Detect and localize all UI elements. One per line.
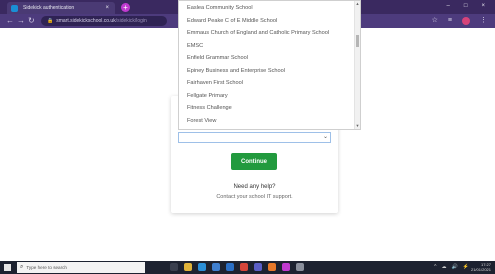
dropdown-option[interactable]: Fellgate Primary (187, 93, 228, 99)
url-text: smart.sidekickschool.co.uk/sidekick/logi… (56, 18, 147, 24)
bookmark-star-icon[interactable]: ☆ (432, 16, 438, 26)
lock-icon: 🔒 (47, 18, 54, 24)
edge-icon[interactable] (198, 263, 206, 271)
dropdown-scrollbar[interactable]: ▲ ▼ (354, 1, 360, 129)
search-icon: ⌕ (20, 264, 24, 270)
toolbar-icons: ☆ ≡ ⋮ (432, 16, 487, 26)
settings-icon[interactable] (296, 263, 304, 271)
scroll-up-icon[interactable]: ▲ (355, 1, 360, 7)
scroll-thumb[interactable] (356, 35, 359, 47)
dropdown-option[interactable]: EMSC (187, 43, 203, 49)
power-icon[interactable]: ⚡ (463, 263, 469, 272)
clock-date: 21/01/2021 (470, 267, 491, 272)
minimize-icon[interactable]: – (447, 3, 450, 10)
browser-tab[interactable]: Sidekick authentication × (7, 2, 115, 14)
search-placeholder: Type here to search (26, 265, 67, 270)
dropdown-option[interactable]: Epiney Business and Enterprise School (187, 68, 285, 74)
reload-icon[interactable]: ↻ (28, 16, 35, 26)
tab-favicon-icon (11, 4, 18, 12)
school-select[interactable]: ⌄ (178, 132, 331, 143)
tray-expand-icon[interactable]: ^ (434, 263, 436, 272)
chevron-down-icon[interactable]: ⌄ (323, 133, 328, 142)
menu-icon[interactable]: ⋮ (480, 16, 487, 26)
school-dropdown-list: Easlea Community School Edward Peake C o… (178, 0, 361, 130)
app-icon[interactable] (282, 263, 290, 271)
maximize-icon[interactable]: □ (464, 3, 468, 10)
new-tab-button[interactable]: + (121, 3, 130, 12)
tab-title: Sidekick authentication (23, 5, 75, 11)
tab-close-icon[interactable]: × (105, 5, 109, 11)
task-view-icon[interactable] (170, 263, 178, 271)
help-title: Need any help? (233, 184, 276, 190)
dropdown-option[interactable]: Edward Peake C of E Middle School (187, 18, 277, 24)
dropdown-option[interactable]: Emmaus Church of England and Catholic Pr… (187, 30, 329, 36)
store-icon[interactable] (212, 263, 220, 271)
url-path: /sidekick/login (115, 18, 147, 24)
windows-taskbar: ⌕ Type here to search ^ ☁ 🔊 ⚡ 17:27 21/0… (0, 261, 495, 274)
volume-icon[interactable]: 🔊 (452, 263, 458, 272)
dropdown-option[interactable]: Enfield Grammar School (187, 55, 248, 61)
window-controls: – □ × (447, 3, 485, 10)
system-tray: ^ ☁ 🔊 ⚡ (434, 263, 469, 272)
mail-icon[interactable] (226, 263, 234, 271)
dropdown-option[interactable]: Easlea Community School (187, 5, 253, 11)
scroll-down-icon[interactable]: ▼ (355, 123, 360, 129)
profile-avatar[interactable] (462, 17, 470, 25)
dropdown-option[interactable]: Fairhaven First School (187, 80, 243, 86)
firefox-icon[interactable] (268, 263, 276, 271)
back-icon[interactable]: ← (6, 16, 14, 26)
chrome-icon[interactable] (240, 263, 248, 271)
taskbar-search-box[interactable]: ⌕ Type here to search (17, 262, 145, 273)
dropdown-option[interactable]: Fitness Challenge (187, 105, 232, 111)
windows-start-icon[interactable] (4, 264, 11, 271)
url-host: smart.sidekickschool.co.uk (56, 18, 116, 24)
forward-icon[interactable]: → (17, 16, 25, 26)
teams-icon[interactable] (254, 263, 262, 271)
close-window-icon[interactable]: × (481, 3, 485, 10)
taskbar-clock[interactable]: 17:27 21/01/2021 (471, 262, 491, 272)
continue-button[interactable]: Continue (231, 153, 277, 170)
onedrive-icon[interactable]: ☁ (442, 263, 447, 272)
taskbar-app-icons (170, 263, 304, 271)
extensions-icon[interactable]: ≡ (448, 16, 452, 26)
file-explorer-icon[interactable] (184, 263, 192, 271)
help-text: Contact your school IT support. (216, 194, 293, 200)
address-bar[interactable]: 🔒 smart.sidekickschool.co.uk/sidekick/lo… (41, 16, 167, 26)
dropdown-option[interactable]: Forest View (187, 118, 216, 124)
